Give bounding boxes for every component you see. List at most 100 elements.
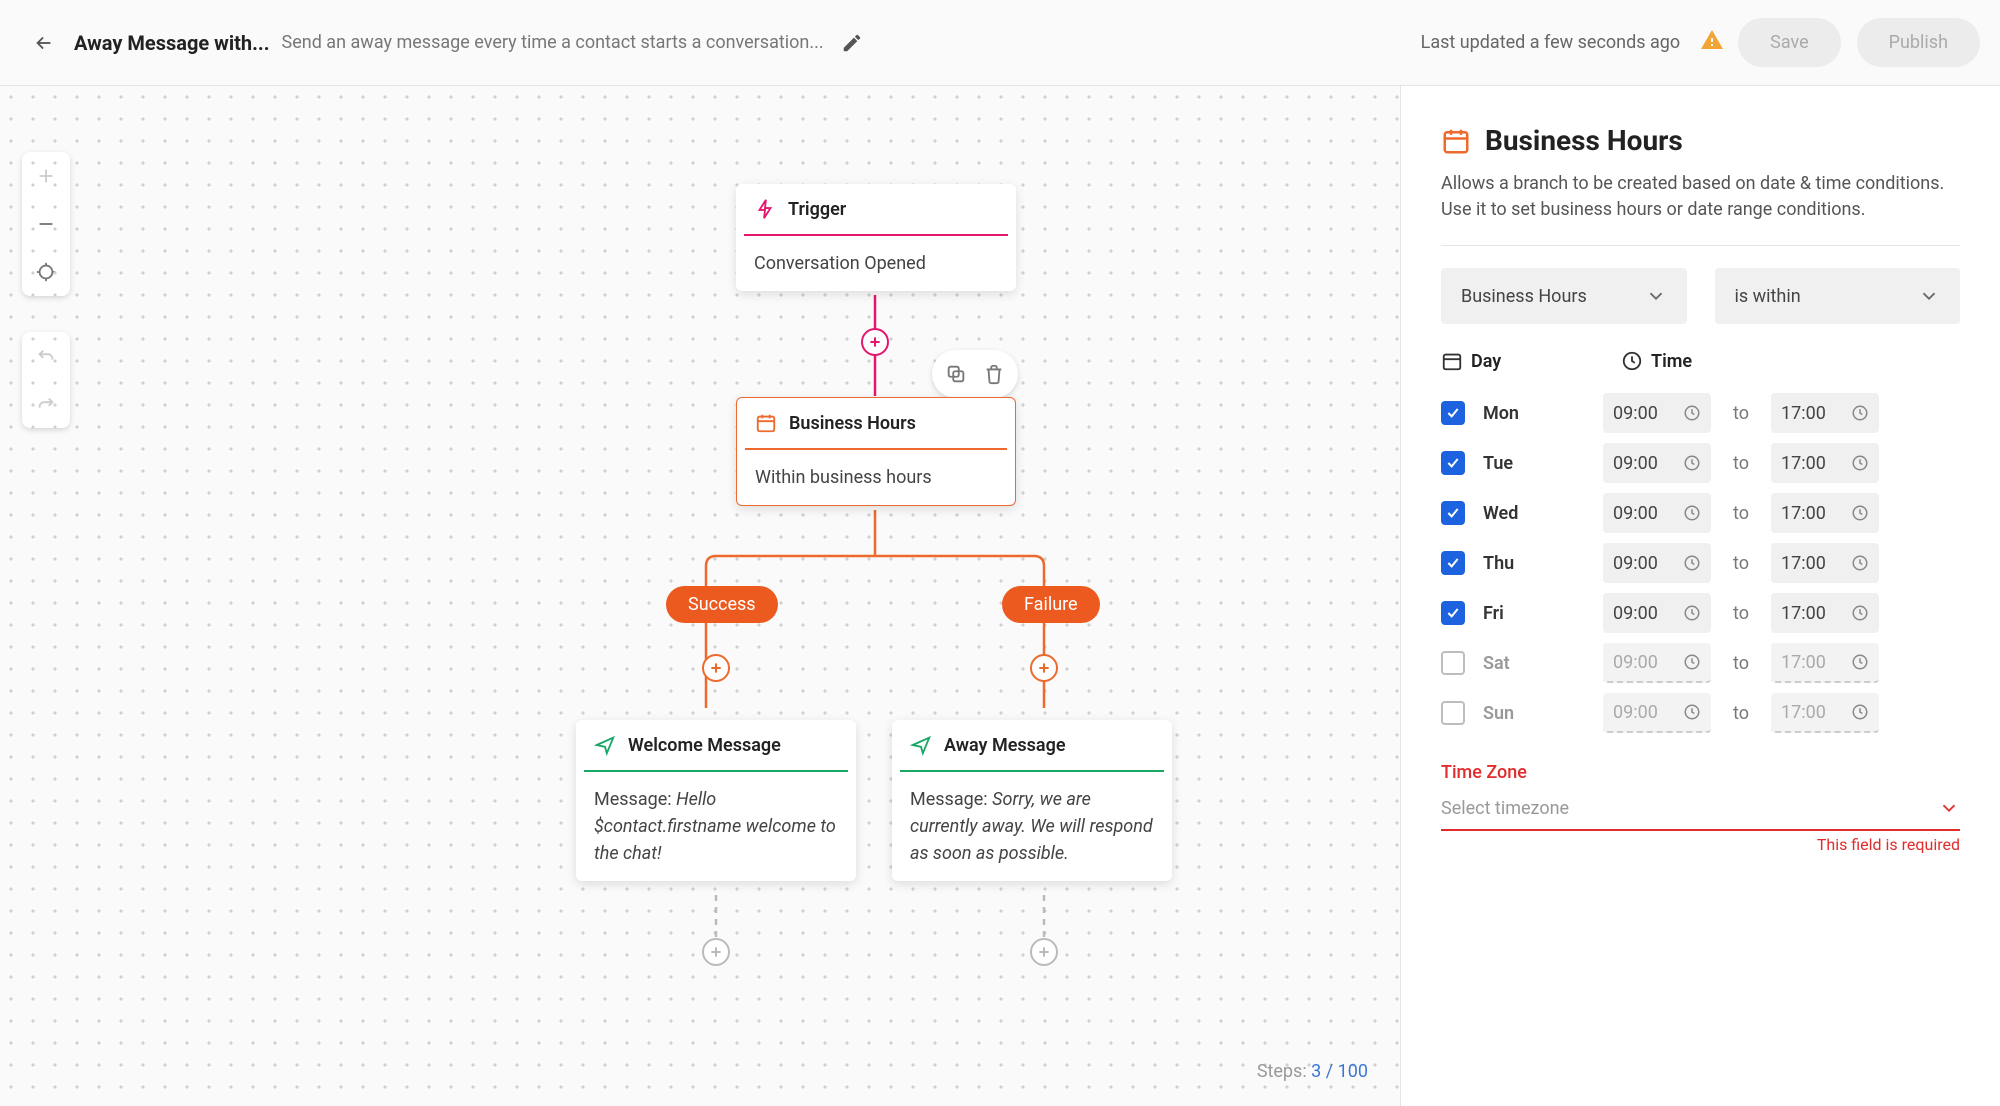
flow-canvas[interactable]: Trigger Conversation Opened Business Hou… bbox=[0, 86, 1400, 1106]
node-body: Within business hours bbox=[755, 467, 932, 488]
start-time-input[interactable]: 09:00 bbox=[1603, 543, 1711, 583]
start-time-input[interactable]: 09:00 bbox=[1603, 393, 1711, 433]
schedule-row: Wed09:00to17:00 bbox=[1441, 488, 1960, 538]
timezone-error: This field is required bbox=[1441, 835, 1960, 854]
check-icon bbox=[1445, 505, 1461, 521]
day-checkbox[interactable] bbox=[1441, 501, 1465, 525]
clock-icon bbox=[1851, 604, 1869, 622]
to-label: to bbox=[1729, 703, 1753, 724]
node-away-message[interactable]: Away Message Message: Sorry, we are curr… bbox=[892, 720, 1172, 881]
day-checkbox[interactable] bbox=[1441, 601, 1465, 625]
clock-icon bbox=[1683, 554, 1701, 572]
start-time-input[interactable]: 09:00 bbox=[1603, 643, 1711, 683]
clock-icon bbox=[1683, 604, 1701, 622]
branch-failure-pill: Failure bbox=[1002, 586, 1100, 623]
calendar-icon bbox=[1441, 126, 1471, 156]
check-icon bbox=[1445, 455, 1461, 471]
duplicate-node-button[interactable] bbox=[938, 356, 974, 392]
arrow-left-icon bbox=[33, 32, 55, 54]
panel-title-text: Business Hours bbox=[1485, 124, 1683, 157]
end-time-input[interactable]: 17:00 bbox=[1771, 493, 1879, 533]
day-label: Fri bbox=[1483, 603, 1543, 624]
warning-icon[interactable] bbox=[1700, 28, 1724, 57]
day-checkbox[interactable] bbox=[1441, 551, 1465, 575]
clock-icon bbox=[1851, 554, 1869, 572]
add-step-button[interactable] bbox=[861, 328, 889, 356]
to-label: to bbox=[1729, 553, 1753, 574]
add-step-button[interactable] bbox=[702, 654, 730, 682]
end-time-input[interactable]: 17:00 bbox=[1771, 693, 1879, 733]
timezone-label: Time Zone bbox=[1441, 762, 1960, 783]
plus-icon bbox=[708, 944, 724, 960]
clock-icon bbox=[1683, 404, 1701, 422]
node-trigger[interactable]: Trigger Conversation Opened bbox=[736, 184, 1016, 291]
plus-icon bbox=[1036, 660, 1052, 676]
clock-icon bbox=[1683, 504, 1701, 522]
end-time-input[interactable]: 17:00 bbox=[1771, 643, 1879, 683]
end-time-input[interactable]: 17:00 bbox=[1771, 393, 1879, 433]
plus-icon bbox=[708, 660, 724, 676]
to-label: to bbox=[1729, 453, 1753, 474]
schedule-header: Day Time bbox=[1441, 350, 1960, 372]
send-icon bbox=[910, 734, 932, 756]
save-button[interactable]: Save bbox=[1738, 18, 1841, 67]
edit-title-button[interactable] bbox=[832, 23, 872, 63]
schedule-row: Fri 09:00 to 17:00 bbox=[1441, 588, 1960, 638]
end-time-input[interactable]: 17:00 bbox=[1771, 443, 1879, 483]
clock-icon bbox=[1851, 703, 1869, 721]
side-panel: Business Hours Allows a branch to be cre… bbox=[1400, 86, 2000, 1106]
start-time-input[interactable]: 09:00 bbox=[1603, 443, 1711, 483]
day-label: Wed bbox=[1483, 503, 1543, 524]
day-label: Sun bbox=[1483, 703, 1543, 724]
to-label: to bbox=[1729, 603, 1753, 624]
plus-icon bbox=[1036, 944, 1052, 960]
chevron-down-icon bbox=[1938, 797, 1960, 819]
end-time-input[interactable]: 17:00 bbox=[1771, 593, 1879, 633]
clock-icon bbox=[1851, 404, 1869, 422]
add-step-button[interactable] bbox=[702, 938, 730, 966]
clock-icon bbox=[1683, 454, 1701, 472]
publish-button[interactable]: Publish bbox=[1857, 18, 1980, 67]
steps-counter: Steps: 3 / 100 bbox=[1257, 1061, 1368, 1082]
condition-type-select[interactable]: Business Hours bbox=[1441, 268, 1687, 324]
add-step-button[interactable] bbox=[1030, 938, 1058, 966]
delete-node-button[interactable] bbox=[976, 356, 1012, 392]
start-time-input[interactable]: 09:00 bbox=[1603, 593, 1711, 633]
start-time-input[interactable]: 09:00 bbox=[1603, 693, 1711, 733]
clock-icon bbox=[1851, 504, 1869, 522]
check-icon bbox=[1445, 605, 1461, 621]
condition-operator-select[interactable]: is within bbox=[1715, 268, 1961, 324]
node-action-toolbar bbox=[932, 350, 1018, 398]
day-label: Sat bbox=[1483, 653, 1543, 674]
start-time-input[interactable]: 09:00 bbox=[1603, 493, 1711, 533]
day-checkbox[interactable] bbox=[1441, 651, 1465, 675]
timezone-select[interactable]: Select timezone bbox=[1441, 791, 1960, 831]
workflow-title: Away Message with... bbox=[74, 31, 270, 55]
schedule-row: Mon09:00to17:00 bbox=[1441, 388, 1960, 438]
clock-icon bbox=[1683, 653, 1701, 671]
clock-icon bbox=[1851, 653, 1869, 671]
schedule-row: Thu09:00to17:00 bbox=[1441, 538, 1960, 588]
clock-icon bbox=[1683, 703, 1701, 721]
day-label: Mon bbox=[1483, 403, 1543, 424]
node-business-hours[interactable]: Business Hours Within business hours bbox=[736, 397, 1016, 506]
day-checkbox[interactable] bbox=[1441, 451, 1465, 475]
back-button[interactable] bbox=[20, 19, 68, 67]
clock-icon bbox=[1621, 350, 1643, 372]
node-welcome-message[interactable]: Welcome Message Message: Hello $contact.… bbox=[576, 720, 856, 881]
node-title: Away Message bbox=[944, 735, 1066, 756]
end-time-input[interactable]: 17:00 bbox=[1771, 543, 1879, 583]
workflow-description: Send an away message every time a contac… bbox=[282, 32, 824, 53]
check-icon bbox=[1445, 555, 1461, 571]
node-title: Trigger bbox=[788, 199, 846, 220]
to-label: to bbox=[1729, 653, 1753, 674]
schedule-row: Tue09:00to17:00 bbox=[1441, 438, 1960, 488]
calendar-icon bbox=[1441, 350, 1463, 372]
schedule-row: Sun 09:00 to 17:00 bbox=[1441, 688, 1960, 738]
node-title: Business Hours bbox=[789, 413, 916, 434]
day-checkbox[interactable] bbox=[1441, 401, 1465, 425]
node-title: Welcome Message bbox=[628, 735, 781, 756]
day-checkbox[interactable] bbox=[1441, 701, 1465, 725]
chevron-down-icon bbox=[1645, 285, 1667, 307]
add-step-button[interactable] bbox=[1030, 654, 1058, 682]
